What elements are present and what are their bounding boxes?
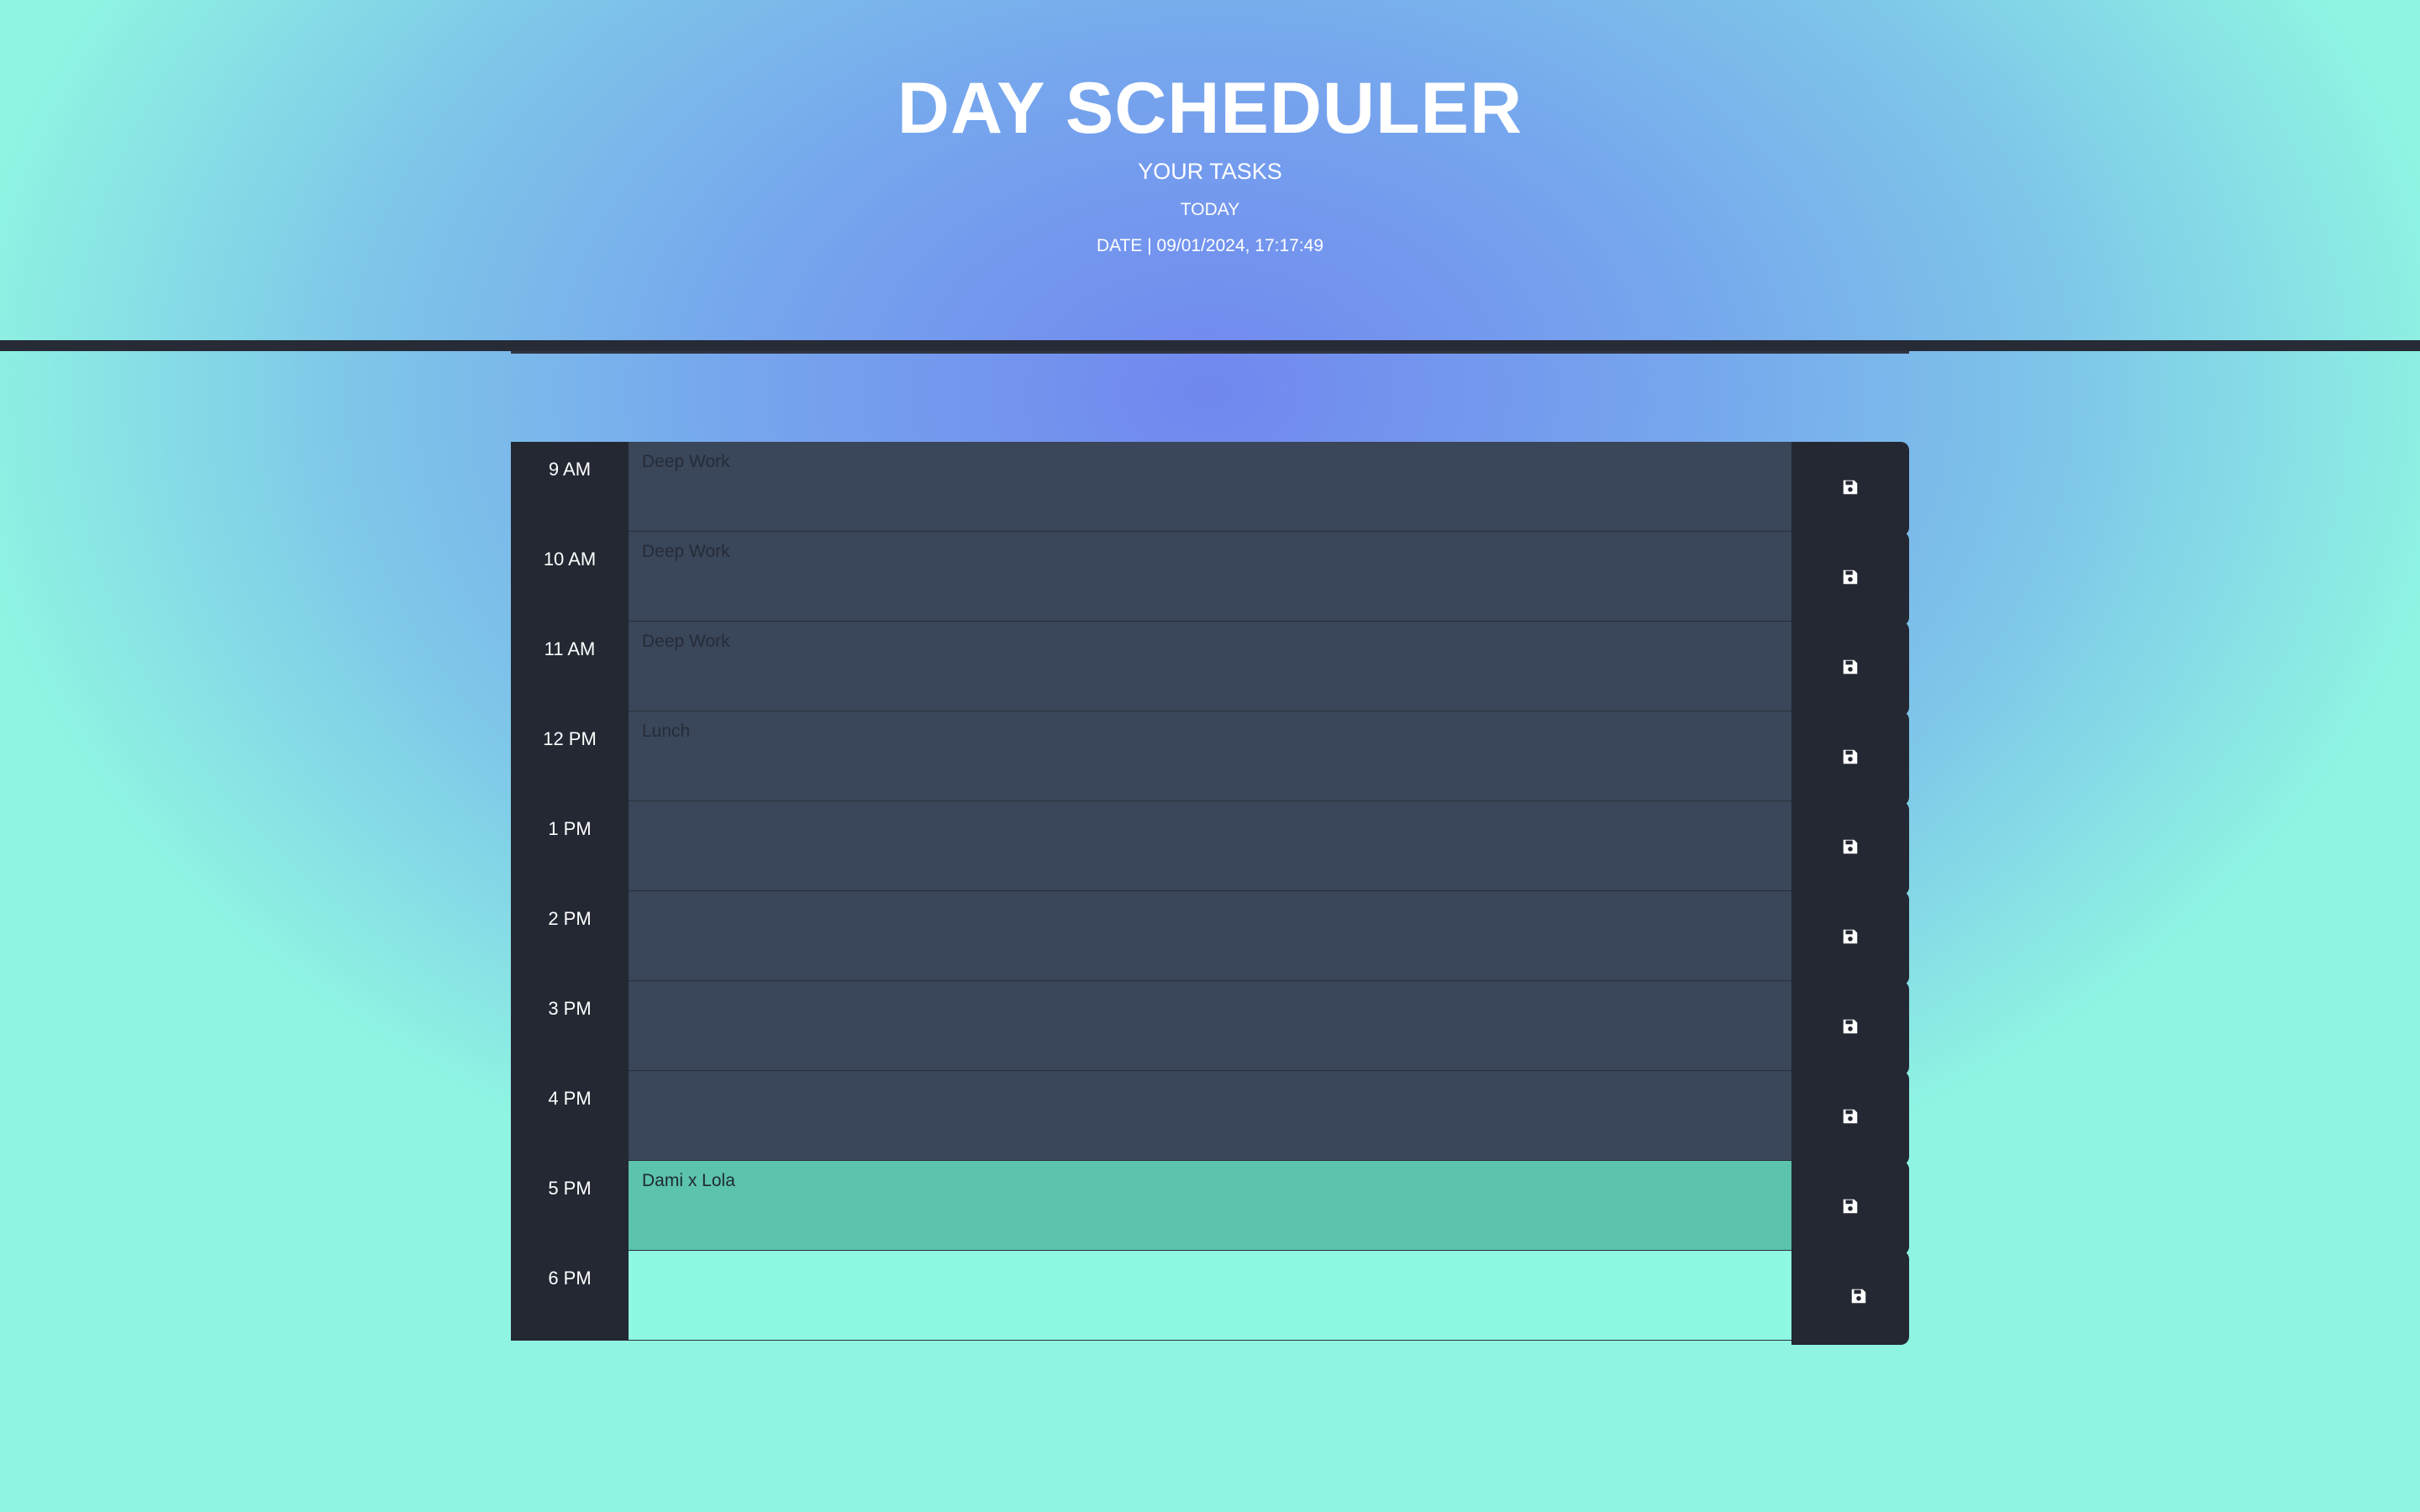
- floppy-disk-icon: [1849, 1287, 1868, 1310]
- task-input[interactable]: Deep Work: [629, 622, 1793, 711]
- hour-label: 4 PM: [511, 1071, 629, 1161]
- time-block-row: 9 AM Deep Work: [511, 442, 1909, 536]
- floppy-disk-icon: [1841, 748, 1860, 770]
- hour-label: 6 PM: [511, 1251, 629, 1341]
- save-button[interactable]: [1791, 981, 1909, 1075]
- save-button[interactable]: [1791, 891, 1909, 985]
- page-subtitle: YOUR TASKS: [1138, 159, 1282, 184]
- floppy-disk-icon: [1841, 1017, 1860, 1040]
- hour-label: 10 AM: [511, 532, 629, 622]
- save-button[interactable]: [1791, 1161, 1909, 1255]
- floppy-disk-icon: [1841, 478, 1860, 501]
- save-button[interactable]: [1791, 1251, 1909, 1345]
- hour-label: 2 PM: [511, 891, 629, 981]
- time-block-row: 12 PM Lunch: [511, 711, 1909, 806]
- hour-label: 1 PM: [511, 801, 629, 891]
- time-block-row: 3 PM: [511, 981, 1909, 1075]
- current-datetime: DATE | 09/01/2024, 17:17:49: [1096, 236, 1324, 255]
- task-input[interactable]: [629, 891, 1793, 981]
- save-button[interactable]: [1791, 711, 1909, 806]
- hour-label: 11 AM: [511, 622, 629, 711]
- floppy-disk-icon: [1841, 927, 1860, 950]
- floppy-disk-icon: [1841, 1107, 1860, 1130]
- task-input[interactable]: [629, 1251, 1793, 1341]
- hour-label: 5 PM: [511, 1161, 629, 1251]
- time-block-row: 2 PM: [511, 891, 1909, 985]
- time-block-row: 10 AM Deep Work: [511, 532, 1909, 626]
- task-input[interactable]: [629, 801, 1793, 891]
- save-button[interactable]: [1791, 442, 1909, 536]
- hour-label: 12 PM: [511, 711, 629, 801]
- save-button[interactable]: [1791, 801, 1909, 895]
- task-input[interactable]: Dami x Lola: [629, 1161, 1793, 1251]
- time-block-row: 1 PM: [511, 801, 1909, 895]
- time-block-row: 11 AM Deep Work: [511, 622, 1909, 716]
- today-label: TODAY: [1180, 200, 1240, 219]
- task-input[interactable]: Deep Work: [629, 442, 1793, 532]
- header-divider: [0, 340, 2420, 351]
- floppy-disk-icon: [1841, 568, 1860, 591]
- task-input[interactable]: Lunch: [629, 711, 1793, 801]
- hour-label: 3 PM: [511, 981, 629, 1071]
- time-block-row: 4 PM: [511, 1071, 1909, 1165]
- task-input[interactable]: [629, 981, 1793, 1071]
- save-button[interactable]: [1791, 532, 1909, 626]
- page-title: DAY SCHEDULER: [897, 68, 1523, 149]
- task-input[interactable]: Deep Work: [629, 532, 1793, 622]
- save-button[interactable]: [1791, 622, 1909, 716]
- header-divider-shadow: [511, 351, 1909, 354]
- floppy-disk-icon: [1841, 837, 1860, 860]
- floppy-disk-icon: [1841, 1197, 1860, 1220]
- time-block-row: 6 PM: [511, 1251, 1909, 1345]
- hour-label: 9 AM: [511, 442, 629, 532]
- floppy-disk-icon: [1841, 658, 1860, 680]
- save-button[interactable]: [1791, 1071, 1909, 1165]
- schedule-table: 9 AM Deep Work 10 AM Deep Work 11 AM Deep Wor…: [511, 442, 1909, 1345]
- task-input[interactable]: [629, 1071, 1793, 1161]
- time-block-row: 5 PM Dami x Lola: [511, 1161, 1909, 1255]
